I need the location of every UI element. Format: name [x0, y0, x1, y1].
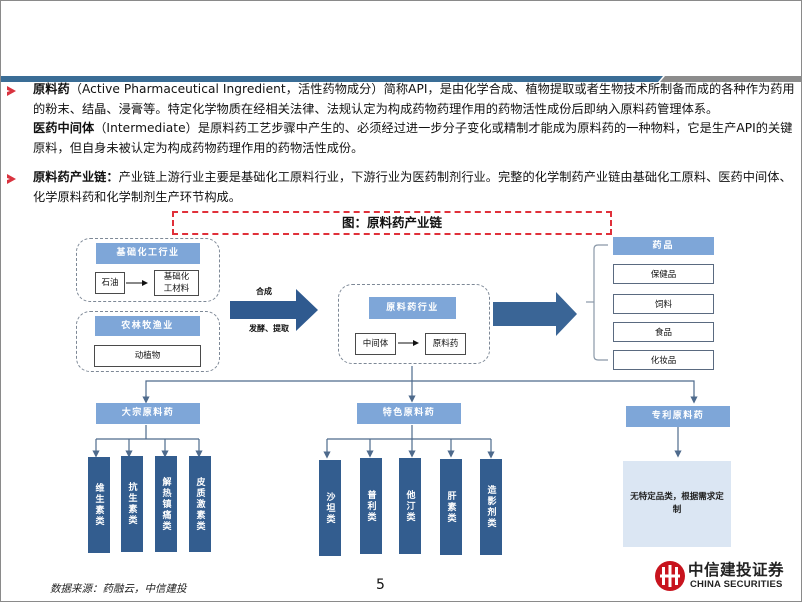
label-chem-industry: 基础化工行业: [96, 243, 200, 264]
logo-chinese-name: 中信建投证券: [688, 560, 785, 579]
category-bulk-api: 大宗原料药: [96, 403, 200, 424]
bulk-item-vitamins: 维生素类: [88, 457, 110, 553]
label-fermentation-extraction: 发酵、提取: [249, 323, 289, 333]
downstream-item-pharma: 药品: [613, 237, 714, 255]
downstream-item-food: 食品: [613, 322, 714, 342]
bulk-item-antipyretic-analgesics: 解热镇痛类: [155, 456, 177, 552]
specialty-item-sartans: 沙坦类: [319, 460, 341, 556]
downstream-item-feed: 饲料: [613, 294, 714, 314]
patent-api-note: 无特定品类，根据需求定制: [623, 461, 731, 547]
label-api-industry: 原料药行业: [369, 297, 456, 319]
specialty-item-statins: 他汀类: [399, 458, 421, 554]
box-flora-fauna: 动植物: [94, 345, 201, 367]
box-oil: 石油: [95, 272, 125, 294]
bulk-item-antibiotics: 抗生素类: [121, 456, 143, 552]
category-specialty-api: 特色原料药: [357, 403, 461, 424]
specialty-item-heparins: 肝素类: [440, 459, 462, 555]
downstream-item-cosmetics: 化妆品: [613, 350, 714, 370]
data-source: 数据来源：药融云，中信建投: [50, 583, 187, 595]
bulk-item-corticosteroids: 皮质激素类: [189, 456, 211, 552]
box-basic-chem-material: 基础化工材料: [154, 270, 199, 296]
page-number: 5: [376, 577, 385, 593]
downstream-item-health-products: 保健品: [613, 264, 714, 284]
downstream-bracket: [593, 244, 608, 361]
citic-emblem-icon: [655, 561, 685, 591]
flow-arrow-downstream: [493, 292, 577, 336]
company-logo: 中信建投证券 CHINA SECURITIES: [654, 558, 800, 594]
specialty-item-contrast-agents: 造影剂类: [480, 459, 502, 555]
specialty-item-prils: 普利类: [360, 458, 382, 554]
box-api: 原料药: [425, 333, 466, 355]
label-synthesis: 合成: [256, 286, 272, 296]
logo-english-name: CHINA SECURITIES: [690, 579, 783, 590]
box-intermediate: 中间体: [355, 333, 396, 355]
label-agri-industry: 农林牧渔业: [95, 316, 200, 336]
category-patent-api: 专利原料药: [626, 406, 730, 427]
